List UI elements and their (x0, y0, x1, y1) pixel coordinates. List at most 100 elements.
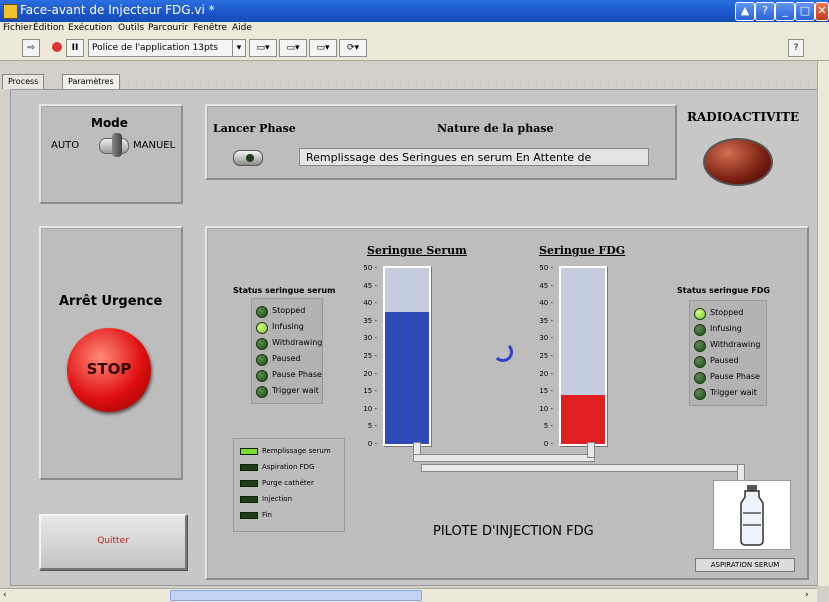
scale-tick: 50 - (363, 264, 377, 272)
radioactivity-led (703, 138, 773, 186)
scale-tick: 10 - (539, 404, 553, 413)
status-led (256, 306, 268, 318)
step-led (240, 480, 258, 487)
fdg-syringe-title: Seringue FDG (539, 244, 626, 257)
run-arrow-icon[interactable]: ⇨ (22, 39, 40, 57)
horizontal-scroll-thumb[interactable] (170, 590, 422, 601)
window-title: Face-avant de Injecteur FDG.vi * (20, 3, 215, 17)
scale-tick: 25 - (539, 352, 553, 360)
abort-icon[interactable] (52, 42, 62, 52)
scale-tick: 10 - (363, 404, 377, 413)
status-led (256, 322, 268, 334)
stop-label: STOP (86, 360, 132, 378)
launch-phase-button[interactable] (233, 150, 263, 166)
status-led (256, 386, 268, 398)
close-button[interactable]: ✕ (815, 2, 829, 21)
pipe-segment (421, 464, 745, 472)
align-icon[interactable]: ▭▾ (249, 39, 277, 57)
serum-level-fill (385, 312, 429, 444)
mode-manuel-label: MANUEL (133, 140, 176, 151)
nature-phase-field[interactable]: Remplissage des Seringues en serum En At… (299, 148, 649, 166)
step-led (240, 512, 258, 519)
phase-box: Lancer Phase Nature de la phase Rempliss… (205, 104, 677, 180)
status-led (256, 370, 268, 382)
radioactivity-label: RADIOACTIVITE (687, 110, 800, 124)
resize-icon[interactable]: ▭▾ (309, 39, 337, 57)
quit-label: Quitter (97, 536, 129, 546)
pause-icon[interactable]: II (66, 39, 84, 57)
pilot-label: PILOTE D'INJECTION FDG (433, 524, 594, 539)
emergency-box: Arrêt Urgence STOP (39, 226, 183, 480)
serum-syringe-tank (383, 266, 431, 446)
serum-syringe-title: Seringue Serum (367, 244, 467, 257)
mode-box: Mode AUTO MANUEL (39, 104, 183, 204)
mode-toggle-switch[interactable] (99, 133, 129, 157)
steps-list: Remplissage serum Aspiration FDG Purge c… (233, 438, 345, 532)
scale-tick: 20 - (539, 369, 553, 378)
scale-tick: 20 - (363, 369, 377, 378)
launch-phase-label: Lancer Phase (213, 122, 296, 135)
serum-scale: 50 - 45 - 40 - 35 - 30 - 25 - 20 - 15 - 10 - 5 - 0… (357, 264, 379, 448)
menu-execution[interactable]: Exécution (68, 23, 112, 33)
scale-tick: 30 - (363, 334, 377, 343)
scale-tick: 35 - (363, 316, 377, 325)
tab-ruler (120, 80, 810, 88)
restore-window-button[interactable]: ▲ (735, 2, 755, 21)
help-window-button[interactable]: ? (755, 2, 775, 21)
front-panel: Mode AUTO MANUEL Lancer Phase Nature de … (10, 89, 818, 586)
scale-tick: 5 - (367, 422, 377, 431)
menu-fenetre[interactable]: Fenêtre (193, 23, 227, 33)
status-led (694, 308, 706, 320)
status-led (694, 340, 706, 352)
scroll-right-icon[interactable]: › (805, 590, 809, 600)
status-led (694, 324, 706, 336)
font-dropdown-icon[interactable]: ▾ (232, 39, 246, 57)
scale-tick: 0 - (543, 440, 553, 448)
nature-phase-label: Nature de la phase (437, 122, 554, 135)
scale-tick: 50 - (539, 264, 553, 272)
aspiration-serum-label: ASPIRATION SERUM (695, 558, 795, 572)
scale-tick: 15 - (363, 387, 377, 396)
serum-bottle-image (713, 480, 791, 550)
labview-app-icon (3, 4, 18, 19)
status-fdg-title: Status seringue FDG (677, 286, 770, 295)
help-icon[interactable]: ? (788, 39, 804, 57)
minimize-button[interactable]: _ (775, 2, 795, 21)
menu-edition[interactable]: Édition (33, 23, 64, 33)
mode-title: Mode (91, 116, 128, 130)
scale-tick: 30 - (539, 334, 553, 343)
scale-tick: 40 - (539, 299, 553, 308)
title-bar: Face-avant de Injecteur FDG.vi * ▲ ? _ □… (0, 0, 829, 22)
menu-aide[interactable]: Aide (232, 23, 252, 33)
pipe-segment (413, 454, 595, 462)
emergency-label: Arrêt Urgence (59, 294, 163, 309)
reorder-icon[interactable]: ⟳▾ (339, 39, 367, 57)
quit-button[interactable]: Quitter (39, 514, 187, 570)
scale-tick: 0 - (367, 440, 377, 448)
scale-tick: 45 - (363, 281, 377, 290)
maximize-button[interactable]: □ (795, 2, 815, 21)
step-led (240, 448, 258, 455)
step-led (240, 464, 258, 471)
scroll-left-icon[interactable]: ‹ (3, 590, 7, 600)
status-serum-list: Stopped Infusing Withdrawing Paused Paus… (251, 298, 323, 404)
scale-tick: 40 - (363, 299, 377, 308)
vertical-scrollbar[interactable] (817, 61, 829, 586)
menu-parcourir[interactable]: Parcourir (148, 23, 188, 33)
font-select[interactable]: Police de l'application 13pts (88, 39, 233, 57)
status-led (694, 356, 706, 368)
menu-outils[interactable]: Outils (118, 23, 144, 33)
step-led (240, 496, 258, 503)
toolbar: ⇨ II Police de l'application 13pts ▾ ▭▾ … (0, 36, 829, 61)
fdg-level-fill (561, 394, 605, 444)
stop-button[interactable]: STOP (67, 328, 151, 412)
tab-parametres[interactable]: Paramètres (62, 74, 120, 89)
status-led (256, 338, 268, 350)
status-led (694, 372, 706, 384)
status-led (694, 388, 706, 400)
scale-tick: 25 - (363, 352, 377, 360)
menu-fichier[interactable]: Fichier (3, 23, 32, 33)
busy-spinner-icon (493, 342, 513, 362)
tab-process[interactable]: Process (2, 74, 45, 89)
distribute-icon[interactable]: ▭▾ (279, 39, 307, 57)
